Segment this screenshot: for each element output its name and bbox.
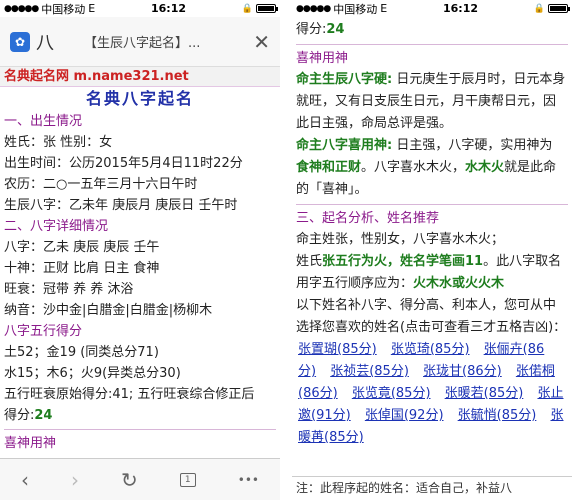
content-right: 得分:24 喜神用神 命主生辰八字硬: 日元庚生于辰月时，日元本身就旺，又有日支… [292,17,572,451]
text-row: 水15；木6；火9(异类总分30) [4,366,181,381]
label-yongshen: 命主八字喜用神: [296,138,393,153]
score-label: 得分: [296,22,327,37]
section-detail-title: 二、八字详细情况 [4,219,109,234]
more-icon[interactable]: ••• [238,473,259,487]
reload-icon[interactable]: ↻ [121,468,138,492]
text-row: 姓氏：张 性别：女 [4,135,113,150]
close-icon[interactable]: ✕ [253,30,270,54]
text-row: 出生时间：公历2015年5月4日11时22分 [4,156,243,171]
network-type: E [88,2,96,15]
highlight-order: 火木水或火火木 [413,276,505,291]
text-yongshen: 日主强，八字硬，实用神为 [392,138,553,153]
divider [296,204,568,205]
battery-icon [547,4,570,13]
status-bar: ●●●●● 中国移动 E 16:12 🔒 [292,0,572,17]
browser-toolbar: ‹ › ↻ 1 ••• [0,458,280,500]
name-link[interactable]: 张暖若(85分) [445,386,524,401]
text-row: 旺衰：冠带 养 养 沐浴 [4,282,134,297]
footer-note: 注：此程序起的姓名：适合自己，补益八 [292,476,572,500]
right-screen: ●●●●● 中国移动 E 16:12 🔒 得分:24 喜神用神 命主生辰八字硬:… [292,0,572,500]
score-label: 得分: [4,408,35,423]
score-value: 24 [34,408,53,423]
name-link[interactable]: 张览竟(85分) [352,386,431,401]
text-row: 生辰八字：乙未年 庚辰月 庚辰日 壬午时 [4,198,238,213]
carrier: 中国移动 [41,2,86,16]
carrier: 中国移动 [333,2,378,16]
site-bar[interactable]: 名典起名网 m.name321.net [0,67,280,87]
forward-icon[interactable]: › [71,468,79,492]
text-row: 八字：乙未 庚辰 庚辰 壬午 [4,240,160,255]
baidu-paw-icon[interactable]: ✿ [10,31,30,52]
text-row: 得分:24 [4,405,276,426]
highlight-surname: 张五行为火，姓名学笔画11 [322,254,484,269]
page-title: 名典八字起名 [85,89,194,108]
name-link[interactable]: 张毓悄(85分) [458,408,537,423]
text-row: 土52；金19 (同类总分71) [4,345,159,360]
tab-count-icon[interactable]: 1 [179,472,196,487]
text-row: 十神：正财 比肩 日主 食神 [4,261,160,276]
signal-icon: ●●●●● [4,3,39,14]
section-score-title: 八字五行得分 [4,324,83,339]
gap [280,0,292,500]
text-row: 农历：二○一五年三月十六日午时 [4,177,198,192]
status-bar: ●●●●● 中国移动 E 16:12 🔒 [0,0,280,17]
content-left: 一、出生情况 姓氏：张 性别：女 出生时间：公历2015年5月4日11时22分 … [0,111,280,454]
label-hard: 命主生辰八字硬: [296,72,393,87]
status-time: 16:12 [150,2,186,15]
tab-partial-label[interactable]: 八 [36,29,76,55]
text-row: 五行旺衰原始得分:41; 五行旺衰综合修正后 [4,387,255,402]
score-value: 24 [326,22,345,37]
left-screen: ●●●●● 中国移动 E 16:12 🔒 ✿ 八 【生辰八字起名】... ✕ 名… [0,0,280,500]
lock-icon: 🔒 [533,3,545,14]
paragraph-naming: 命主姓张，性别女，八字喜水木火； [296,232,505,247]
section-birth-title: 一、出生情况 [4,114,83,129]
page-tab-title[interactable]: 【生辰八字起名】... [76,32,247,51]
back-icon[interactable]: ‹ [21,468,29,492]
text-row: 纳音：沙中金|白腊金|白腊金|杨柳木 [4,303,213,318]
highlight-shishen: 食神和正财 [296,160,362,175]
paragraph-yongshen: 命主八字喜用神: 日主强，八字硬，实用神为 食神和正财。八字喜水木火，水木火就是… [296,135,568,201]
lock-icon: 🔒 [241,3,253,14]
text-yongshen-2: 。八字喜水木火， [361,160,466,175]
network-type: E [380,2,388,15]
section-naming-title: 三、起名分析、姓名推荐 [296,211,440,226]
text-row: 得分:24 [296,19,568,41]
section-xishen-title: 喜神用神 [4,436,57,451]
divider [4,429,276,430]
name-link[interactable]: 张倬国(92分) [365,408,444,423]
paragraph-list-intro: 以下姓名补八字、得分高、利本人，您可从中选择您喜欢的姓名(点击可查看三才五格吉凶… [296,298,567,335]
name-link[interactable]: 张珑甘(86分) [423,364,502,379]
divider [296,44,568,45]
battery-icon [255,4,278,13]
text-surname: 姓氏 [296,254,323,269]
paragraph-hard: 命主生辰八字硬: 日元庚生于辰月时，日元本身就旺，又有日支辰生日元，月干庚帮日元… [296,69,568,135]
name-link[interactable]: 张祯芸(85分) [330,364,409,379]
name-links: 张置瑚(85分) 张览琦(85分) 张俪卉(86分) 张祯芸(85分) 张珑甘(… [296,339,568,449]
paragraph-surname: 姓氏张五行为火，姓名学笔画11。此八字取名用字五行顺序应为：火木水或火火木 [296,251,568,295]
highlight-shuimuhuo: 水木火 [465,160,505,175]
name-link[interactable]: 张览琦(85分) [391,342,470,357]
status-time: 16:12 [442,2,478,15]
name-link[interactable]: 张置瑚(85分) [298,342,377,357]
section-xishen-title: 喜神用神 [296,51,349,66]
signal-icon: ●●●●● [296,3,331,14]
browser-header: ✿ 八 【生辰八字起名】... ✕ [0,17,280,67]
